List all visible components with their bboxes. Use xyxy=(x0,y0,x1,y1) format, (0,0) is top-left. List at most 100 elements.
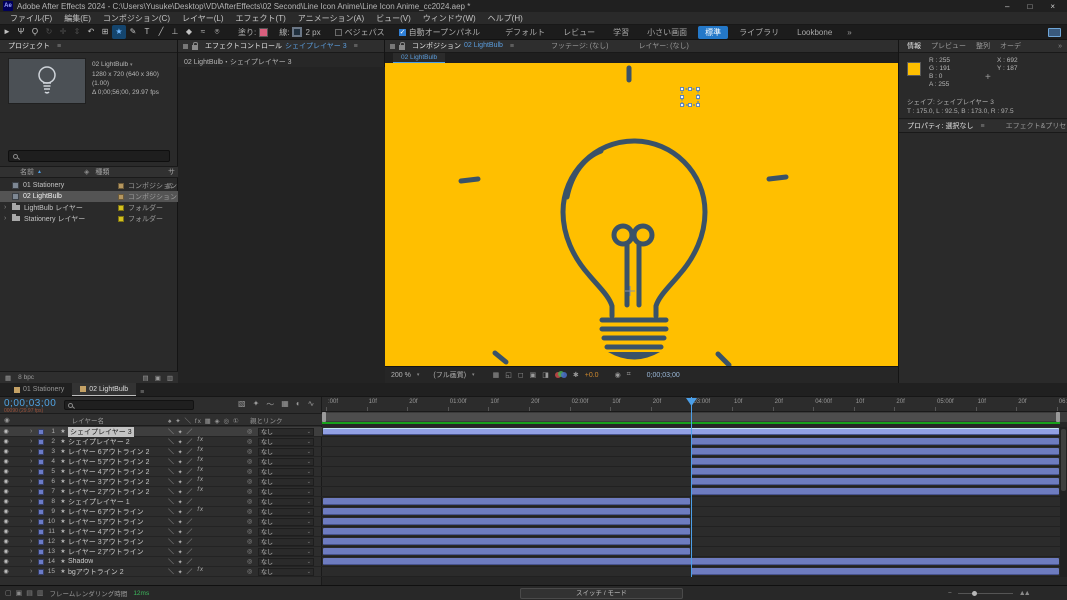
disclosure-triangle[interactable]: › xyxy=(30,438,38,445)
project-panel-menu-icon[interactable]: ≡ xyxy=(57,43,61,50)
layer-row-15[interactable]: ◉›15★bgアウトライン 2＼ ✦ ／fx◎なし⌄ xyxy=(0,567,322,577)
eye-toggle[interactable]: ◉ xyxy=(0,478,12,485)
viewer-tab-02-lightbulb[interactable]: 02 LightBulb xyxy=(393,53,445,63)
eye-toggle[interactable]: ◉ xyxy=(0,558,12,565)
project-item-name[interactable]: Stationery レイヤー xyxy=(24,214,85,224)
menu-レイヤー[interactable]: レイヤー(L) xyxy=(176,12,230,25)
preview-comp-name[interactable]: 02 LightBulb xyxy=(92,61,128,68)
eye-toggle[interactable]: ◉ xyxy=(0,488,12,495)
minimize-button[interactable]: – xyxy=(1005,2,1009,11)
fx-badge[interactable]: fx xyxy=(197,487,204,496)
layer-bar-9[interactable] xyxy=(323,508,690,515)
cc-sync-icon[interactable] xyxy=(1048,28,1061,37)
magnification-select[interactable]: 200 % xyxy=(391,372,411,379)
layer-row-10[interactable]: ◉›10★レイヤー 5アウトライン＼ ✦ ／◎なし⌄ xyxy=(0,517,322,527)
eye-toggle[interactable]: ◉ xyxy=(0,518,12,525)
layer-bar-7[interactable] xyxy=(691,488,1059,495)
pickwhip-icon[interactable]: ◎ xyxy=(247,548,252,555)
work-area-bar[interactable] xyxy=(322,412,1067,422)
pickwhip-icon[interactable]: ◎ xyxy=(247,498,252,505)
layer-switches[interactable]: ＼ ✦ ／ xyxy=(168,427,193,436)
pickwhip-icon[interactable]: ◎ xyxy=(247,508,252,515)
layer-name[interactable]: Shadow xyxy=(68,558,93,565)
layer-row-9[interactable]: ◉›9★レイヤー 6アウトライン＼ ✦ ／fx◎なし⌄ xyxy=(0,507,322,517)
rotation-tool[interactable]: ↶ xyxy=(84,25,98,39)
disclosure-triangle[interactable]: › xyxy=(30,538,38,545)
eye-toggle[interactable]: ◉ xyxy=(0,468,12,475)
pickwhip-icon[interactable]: ◎ xyxy=(247,468,252,475)
stroke-width-value[interactable]: 2 px xyxy=(305,28,320,37)
parent-link-dropdown[interactable]: なし⌄ xyxy=(258,428,314,436)
bezier-path-checkbox[interactable] xyxy=(335,29,342,36)
layer-switches[interactable]: ＼ ✦ ／fx xyxy=(168,437,204,446)
layer-row-11[interactable]: ◉›11★レイヤー 4アウトライン＼ ✦ ／◎なし⌄ xyxy=(0,527,322,537)
eye-toggle[interactable]: ◉ xyxy=(0,508,12,515)
pickwhip-icon[interactable]: ◎ xyxy=(247,528,252,535)
disclosure-triangle[interactable]: › xyxy=(30,498,38,505)
selection-tool[interactable]: ► xyxy=(0,25,14,39)
layer-bar-8[interactable] xyxy=(323,498,690,505)
layer-switches[interactable]: ＼ ✦ ／fx xyxy=(168,457,204,466)
disclosure-triangle[interactable]: › xyxy=(30,468,38,475)
pickwhip-icon[interactable]: ◎ xyxy=(247,518,252,525)
disclosure-triangle[interactable]: › xyxy=(30,458,38,465)
layer-name[interactable]: レイヤー 2アウトライン xyxy=(68,547,144,557)
eraser-tool[interactable]: ◆ xyxy=(182,25,196,39)
disclosure-triangle[interactable]: › xyxy=(30,428,38,435)
viewer-timecode[interactable]: 0;00;03;00 xyxy=(647,372,680,379)
layer-name[interactable]: bgアウトライン 2 xyxy=(68,567,124,577)
show-snapshot-icon[interactable]: ⌗ xyxy=(627,371,631,379)
draft-3d-icon[interactable]: ✦ xyxy=(253,399,260,410)
layer-name[interactable]: レイヤー 4アウトライン xyxy=(68,527,144,537)
parent-link-dropdown[interactable]: なし⌄ xyxy=(258,448,314,456)
eye-toggle[interactable]: ◉ xyxy=(0,528,12,535)
new-composition-icon[interactable]: ▣ xyxy=(155,374,161,382)
layer-name[interactable]: シェイプレイヤー 2 xyxy=(68,437,130,447)
layer-name[interactable]: シェイプレイヤー 3 xyxy=(68,427,134,437)
fx-badge[interactable]: fx xyxy=(197,467,204,476)
disclosure-triangle[interactable]: › xyxy=(4,215,12,222)
layer-row-6[interactable]: ◉›6★レイヤー 3アウトライン 2＼ ✦ ／fx◎なし⌄ xyxy=(0,477,322,487)
workspace-小さい画面[interactable]: 小さい画面 xyxy=(640,26,694,39)
timeline-tab-01-stationery[interactable]: 01 Stationery xyxy=(6,383,72,396)
layer-name-column-label[interactable]: レイヤー名 xyxy=(72,415,104,425)
puppet-pin-tool[interactable]: ⍟ xyxy=(210,25,224,39)
pickwhip-icon[interactable]: ◎ xyxy=(247,538,252,545)
layer-switches[interactable]: ＼ ✦ ／ xyxy=(168,557,193,566)
hand-tool[interactable]: Ψ xyxy=(14,25,28,39)
frame-blend-icon[interactable]: ▦ xyxy=(281,399,289,410)
tab-preview[interactable]: プレビュー xyxy=(928,40,969,53)
layer-name[interactable]: レイヤー 3アウトライン xyxy=(68,537,144,547)
menu-アニメーション[interactable]: アニメーション(A) xyxy=(292,12,370,25)
label-color-swatch[interactable] xyxy=(118,205,124,211)
project-item-row[interactable]: ›Stationery レイヤーフォルダー xyxy=(0,213,178,224)
work-area-start-handle[interactable] xyxy=(322,412,326,422)
eye-toggle[interactable]: ◉ xyxy=(0,428,12,435)
layer-name[interactable]: レイヤー 2アウトライン 2 xyxy=(68,487,149,497)
pickwhip-icon[interactable]: ◎ xyxy=(247,438,252,445)
layer-name[interactable]: レイヤー 6アウトライン 2 xyxy=(68,447,149,457)
layer-bar-11[interactable] xyxy=(323,528,690,535)
shape-tool[interactable]: ★ xyxy=(112,25,126,39)
workspace-標準[interactable]: 標準 xyxy=(698,26,728,39)
zoom-slider-knob[interactable] xyxy=(972,591,977,596)
menu-編集[interactable]: 編集(E) xyxy=(58,12,97,25)
disclosure-triangle[interactable]: › xyxy=(4,204,12,211)
tab-align[interactable]: 整列 xyxy=(973,40,993,53)
layer-row-3[interactable]: ◉›3★レイヤー 6アウトライン 2＼ ✦ ／fx◎なし⌄ xyxy=(0,447,322,457)
exposure-gear-icon[interactable]: ✱ xyxy=(573,371,579,379)
pickwhip-icon[interactable]: ◎ xyxy=(247,428,252,435)
graph-editor-icon[interactable]: ∿ xyxy=(308,399,315,410)
composition-panel-menu-icon[interactable]: ≡ xyxy=(510,43,514,50)
motion-blur-icon[interactable]: ◐ xyxy=(296,399,301,410)
roto-brush-tool[interactable]: ≈ xyxy=(196,25,210,39)
layer-switches[interactable]: ＼ ✦ ／ xyxy=(168,547,193,556)
parent-link-dropdown[interactable]: なし⌄ xyxy=(258,478,314,486)
tab-composition[interactable]: コンポジション 02 LightBulb xyxy=(409,40,506,53)
parent-link-dropdown[interactable]: なし⌄ xyxy=(258,548,314,556)
layer-row-2[interactable]: ◉›2★シェイプレイヤー 2＼ ✦ ／fx◎なし⌄ xyxy=(0,437,322,447)
layer-switches[interactable]: ＼ ✦ ／fx xyxy=(168,507,204,516)
pan-behind-tool[interactable]: ⊞ xyxy=(98,25,112,39)
parent-link-dropdown[interactable]: なし⌄ xyxy=(258,538,314,546)
tab-footage[interactable]: フッテージ: (なし) xyxy=(548,40,611,53)
